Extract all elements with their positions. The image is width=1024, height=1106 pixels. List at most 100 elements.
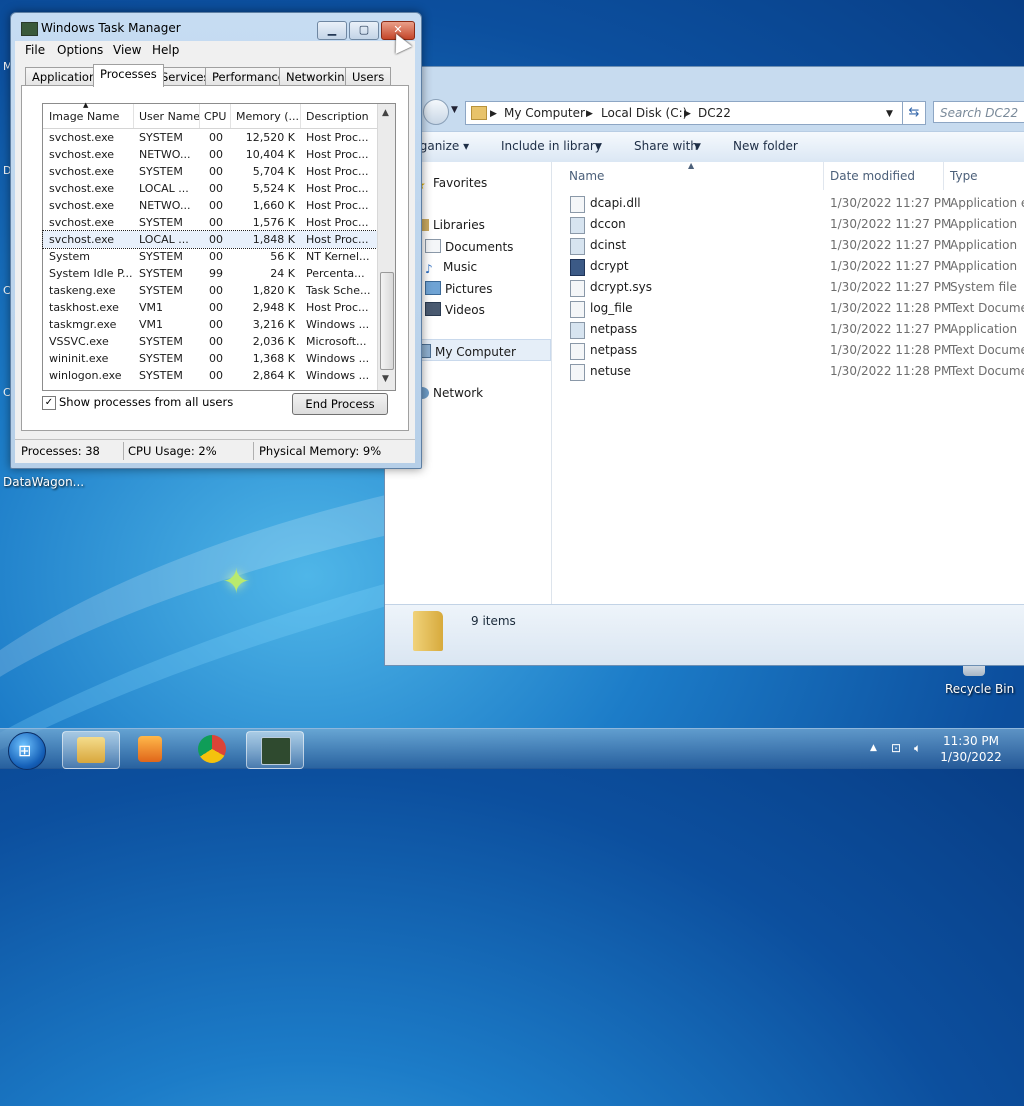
process-cell-desc: Windows ... (306, 352, 370, 365)
process-cell-user: NETWO... (139, 148, 191, 161)
process-cell-image: svchost.exe (49, 233, 115, 246)
address-bar[interactable]: ▶ My Computer ▶ Local Disk (C:) ▶ DC22 ▼ (465, 101, 903, 125)
process-list-scrollbar[interactable]: ▲ ▼ (377, 104, 395, 390)
show-all-users-checkbox[interactable]: ✓ (42, 396, 56, 410)
file-type: Text Documer (950, 343, 1024, 357)
nav-item-music[interactable]: ♪ Music (425, 260, 477, 276)
process-row[interactable]: winlogon.exe SYSTEM 00 2,864 K Windows ... (43, 367, 377, 384)
history-dropdown-icon[interactable]: ▼ (451, 105, 458, 115)
file-row[interactable]: dcrypt.sys 1/30/2022 11:27 PM System fil… (552, 277, 1024, 298)
nav-item-videos[interactable]: Videos (425, 302, 485, 317)
tab-users[interactable]: Users (345, 67, 392, 86)
chevron-down-icon[interactable]: ▼ (595, 142, 602, 152)
search-input[interactable]: Search DC22 (933, 101, 1024, 123)
column-divider[interactable] (133, 104, 134, 128)
forward-button[interactable] (423, 99, 449, 125)
desktop-icon-datawagon[interactable]: DataWagon... (3, 475, 84, 489)
taskbar-explorer-button[interactable] (62, 731, 120, 769)
column-header-date[interactable]: Date modified (830, 162, 915, 190)
nav-item-documents[interactable]: Documents (425, 239, 513, 254)
file-row[interactable]: netuse 1/30/2022 11:28 PM Text Documer (552, 361, 1024, 382)
menu-view[interactable]: View (113, 43, 141, 57)
column-header-description[interactable]: Description (306, 110, 369, 123)
process-cell-user: SYSTEM (139, 216, 183, 229)
column-header-cpu[interactable]: CPU (204, 110, 226, 123)
column-divider[interactable] (823, 162, 824, 190)
network-tray-icon[interactable]: ⊡ (891, 741, 901, 755)
file-row[interactable]: netpass 1/30/2022 11:28 PM Text Documer (552, 340, 1024, 361)
nav-label: Favorites (433, 176, 488, 190)
column-divider[interactable] (943, 162, 944, 190)
file-row[interactable]: dcinst 1/30/2022 11:27 PM Application (552, 235, 1024, 256)
column-header-user-name[interactable]: User Name (139, 110, 200, 123)
process-row[interactable]: svchost.exe NETWO... 00 10,404 K Host Proc..… (43, 146, 377, 163)
process-cell-cpu: 00 (209, 233, 223, 246)
taskbar-task-manager-button[interactable] (246, 731, 304, 769)
column-divider[interactable] (199, 104, 200, 128)
minimize-button[interactable]: ▁ (317, 21, 347, 40)
column-header-type[interactable]: Type (950, 162, 978, 190)
nav-item-favorites[interactable]: ★Favorites (415, 176, 488, 192)
file-row[interactable]: log_file 1/30/2022 11:28 PM Text Documer (552, 298, 1024, 319)
column-header-name[interactable]: Name (569, 162, 604, 190)
address-dropdown-icon[interactable]: ▼ (886, 103, 893, 125)
breadcrumb-my-computer[interactable]: My Computer (504, 102, 585, 124)
process-row[interactable]: taskhost.exe VM1 00 2,948 K Host Proc... (43, 299, 377, 316)
start-button[interactable]: ⊞ (8, 732, 46, 770)
process-row[interactable]: svchost.exe SYSTEM 00 5,704 K Host Proc... (43, 163, 377, 180)
file-row[interactable]: dccon 1/30/2022 11:27 PM Application (552, 214, 1024, 235)
chevron-down-icon[interactable]: ▼ (694, 142, 701, 152)
process-cell-user: SYSTEM (139, 369, 183, 382)
breadcrumb-dc22[interactable]: DC22 (698, 102, 731, 124)
column-header-memory[interactable]: Memory (... (236, 110, 299, 123)
process-cell-mem: 12,520 K (245, 131, 295, 144)
nav-item-libraries[interactable]: Libraries (415, 218, 485, 232)
refresh-icon[interactable]: ⇆ (902, 101, 926, 125)
process-row[interactable]: svchost.exe LOCAL ... 00 1,848 K Host Proc..… (42, 230, 378, 249)
maximize-button[interactable]: ▢ (349, 21, 379, 40)
nav-item-my-computer[interactable]: My Computer (415, 344, 516, 359)
nav-item-network[interactable]: Network (415, 386, 483, 400)
desktop-icon-recycle-bin[interactable]: Recycle Bin (945, 682, 1014, 696)
process-cell-cpu: 00 (209, 318, 223, 331)
process-row[interactable]: taskmgr.exe VM1 00 3,216 K Windows ... (43, 316, 377, 333)
process-row[interactable]: svchost.exe NETWO... 00 1,660 K Host Proc... (43, 197, 377, 214)
nav-item-pictures[interactable]: Pictures (425, 281, 493, 296)
volume-icon[interactable]: 🔈︎ (914, 741, 921, 756)
process-row[interactable]: VSSVC.exe SYSTEM 00 2,036 K Microsoft... (43, 333, 377, 350)
menu-help[interactable]: Help (152, 43, 179, 57)
new-folder-button[interactable]: New folder (733, 139, 798, 153)
show-hidden-icons-icon[interactable]: ▲ (870, 743, 877, 753)
end-process-button[interactable]: End Process (292, 393, 388, 415)
process-row[interactable]: svchost.exe LOCAL ... 00 5,524 K Host Proc..… (43, 180, 377, 197)
tab-processes[interactable]: Processes (93, 64, 164, 87)
file-date: 1/30/2022 11:27 PM (830, 238, 952, 252)
process-row[interactable]: System SYSTEM 00 56 K NT Kernel... (43, 248, 377, 265)
taskbar-media-player-button[interactable] (122, 731, 178, 767)
column-header-image-name[interactable]: Image Name (49, 110, 119, 123)
organize-button[interactable]: rganize ▾ (415, 139, 469, 153)
dll-file-icon (570, 196, 585, 213)
file-row[interactable]: dcapi.dll 1/30/2022 11:27 PM Application… (552, 193, 1024, 214)
scroll-up-icon[interactable]: ▲ (382, 108, 389, 118)
process-row[interactable]: svchost.exe SYSTEM 00 12,520 K Host Proc... (43, 129, 377, 146)
process-row[interactable]: taskeng.exe SYSTEM 00 1,820 K Task Sche... (43, 282, 377, 299)
process-cell-cpu: 00 (209, 216, 223, 229)
scroll-down-icon[interactable]: ▼ (382, 374, 389, 384)
process-row[interactable]: wininit.exe SYSTEM 00 1,368 K Windows ... (43, 350, 377, 367)
menu-file[interactable]: File (25, 43, 45, 57)
process-row[interactable]: svchost.exe SYSTEM 00 1,576 K Host Proc... (43, 214, 377, 231)
share-with-button[interactable]: Share with (634, 139, 698, 153)
menu-options[interactable]: Options (57, 43, 103, 57)
breadcrumb-local-disk[interactable]: Local Disk (C:) (601, 102, 687, 124)
process-cell-user: SYSTEM (139, 165, 183, 178)
clock[interactable]: 11:30 PM 1/30/2022 (924, 733, 1018, 765)
file-row[interactable]: netpass 1/30/2022 11:27 PM Application (552, 319, 1024, 340)
process-row[interactable]: System Idle P... SYSTEM 99 24 K Percenta... (43, 265, 377, 282)
file-row[interactable]: dcrypt 1/30/2022 11:27 PM Application (552, 256, 1024, 277)
taskbar-chrome-button[interactable] (184, 731, 240, 767)
scrollbar-thumb[interactable] (380, 272, 394, 370)
include-in-library-button[interactable]: Include in library (501, 139, 602, 153)
column-divider[interactable] (300, 104, 301, 128)
column-divider[interactable] (230, 104, 231, 128)
